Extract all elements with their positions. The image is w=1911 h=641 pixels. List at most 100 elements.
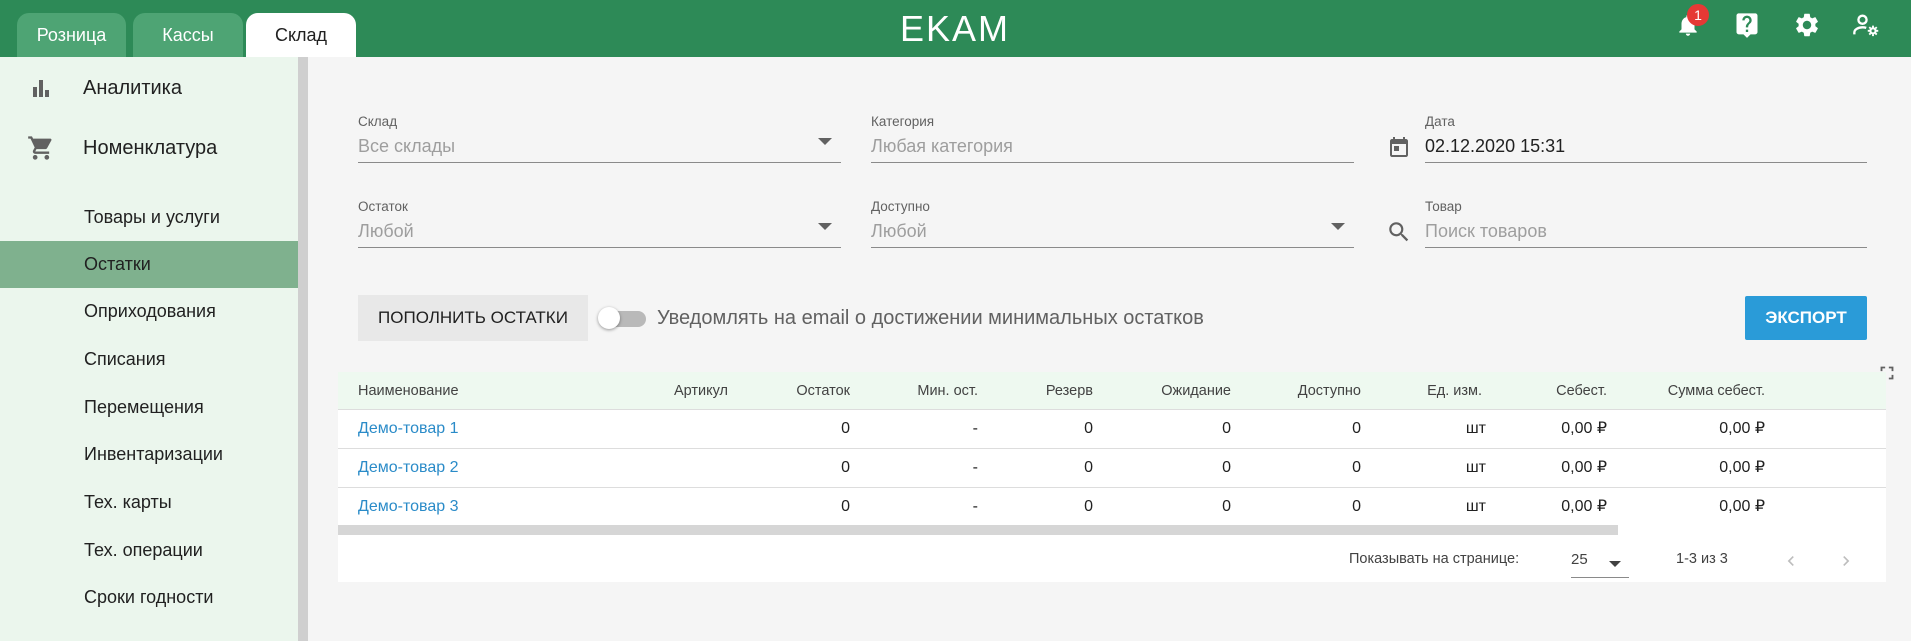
column-header-sku[interactable]: Артикул <box>674 372 728 410</box>
bar-chart-icon <box>26 73 56 103</box>
sidebar-item-expiry-dates[interactable]: Сроки годности <box>0 574 298 621</box>
email-notify-toggle[interactable] <box>598 307 648 329</box>
sidebar-item-write-offs[interactable]: Списания <box>0 336 298 383</box>
settings-button[interactable] <box>1790 10 1824 44</box>
export-button[interactable]: ЭКСПОРТ <box>1745 296 1867 340</box>
field-underline <box>1425 247 1867 248</box>
cell-min-remainder: - <box>972 498 978 515</box>
column-header-min-remainder[interactable]: Мин. ост. <box>917 372 978 410</box>
field-value: Любая категория <box>871 136 1013 156</box>
user-settings-icon <box>1852 11 1880 44</box>
field-underline <box>871 247 1354 248</box>
cell-unit: шт <box>1465 498 1486 515</box>
column-header-cost[interactable]: Себест. <box>1556 372 1607 410</box>
column-header-unit[interactable]: Ед. изм. <box>1427 372 1482 410</box>
chevron-down-icon <box>1331 223 1345 230</box>
field-label: Склад <box>358 114 398 129</box>
replenish-stock-button[interactable]: ПОПОЛНИТЬ ОСТАТКИ <box>358 295 588 341</box>
sidebar-item-inventories[interactable]: Инвентаризации <box>0 431 298 478</box>
notifications-button[interactable]: 1 <box>1671 4 1709 44</box>
table-header: Наименование Артикул Остаток Мин. ост. Р… <box>338 372 1886 410</box>
help-button[interactable] <box>1730 10 1764 44</box>
sidebar-item-stock-balances[interactable]: Остатки <box>0 241 298 288</box>
column-header-reserve[interactable]: Резерв <box>1046 372 1093 410</box>
rows-per-page-label: Показывать на странице: <box>1349 551 1520 567</box>
field-value: Все склады <box>358 136 456 156</box>
cell-cost: 0,00 ₽ <box>1561 498 1607 515</box>
field-underline <box>1425 162 1867 163</box>
field-label: Дата <box>1425 114 1455 129</box>
cell-remainder: 0 <box>841 459 850 476</box>
cell-cost-sum: 0,00 ₽ <box>1719 459 1765 476</box>
rows-per-page-select[interactable]: 25 <box>1571 547 1629 579</box>
toggle-knob <box>598 307 620 329</box>
column-header-waiting[interactable]: Ожидание <box>1161 372 1231 410</box>
search-icon <box>1385 218 1413 246</box>
chevron-down-icon <box>818 138 832 145</box>
field-value: Любой <box>871 221 927 241</box>
product-search-input[interactable]: Товар Поиск товаров <box>1425 199 1867 251</box>
select-underline <box>1571 577 1629 578</box>
sidebar-item-receipts[interactable]: Оприходования <box>0 288 298 335</box>
sidebar-scrollbar[interactable] <box>298 57 308 641</box>
top-bar: Розница Кассы Склад EKAM 1 <box>0 0 1911 57</box>
calendar-icon[interactable] <box>1385 133 1413 161</box>
chevron-down-icon <box>818 223 832 230</box>
tab-retail[interactable]: Розница <box>17 13 126 57</box>
product-name-link[interactable]: Демо-товар 1 <box>358 410 458 448</box>
chevron-down-icon <box>1609 561 1621 567</box>
cell-cost-sum: 0,00 ₽ <box>1719 498 1765 515</box>
table-horizontal-scrollbar[interactable] <box>338 525 1618 535</box>
sidebar: Аналитика Номенклатура Товары и услуги О… <box>0 57 298 641</box>
category-field[interactable]: Категория Любая категория <box>871 114 1354 166</box>
column-header-name[interactable]: Наименование <box>358 372 459 410</box>
stock-table: Наименование Артикул Остаток Мин. ост. Р… <box>338 372 1886 582</box>
chevron-left-icon <box>1787 556 1794 566</box>
table-row[interactable]: Демо-товар 2 0 - 0 0 0 шт 0,00 ₽ 0,00 ₽ <box>338 449 1886 488</box>
sidebar-item-nomenclature[interactable]: Номенклатура <box>0 118 298 178</box>
sidebar-item-analytics[interactable]: Аналитика <box>0 58 298 118</box>
cell-min-remainder: - <box>972 420 978 437</box>
product-name-link[interactable]: Демо-товар 3 <box>358 488 458 526</box>
cell-min-remainder: - <box>972 459 978 476</box>
cell-waiting: 0 <box>1222 498 1231 515</box>
table-row[interactable]: Демо-товар 1 0 - 0 0 0 шт 0,00 ₽ 0,00 ₽ <box>338 410 1886 449</box>
sidebar-item-goods-services[interactable]: Товары и услуги <box>0 194 298 241</box>
field-label: Остаток <box>358 199 408 214</box>
sidebar-item-tech-cards[interactable]: Тех. карты <box>0 479 298 526</box>
cell-waiting: 0 <box>1222 459 1231 476</box>
sidebar-item-tech-operations[interactable]: Тех. операции <box>0 527 298 574</box>
tab-warehouse[interactable]: Склад <box>246 13 356 57</box>
cart-icon <box>26 133 56 163</box>
pagination-range: 1-3 из 3 <box>1676 551 1728 567</box>
next-page-button[interactable] <box>1833 548 1859 574</box>
email-notify-label: Уведомлять на email о достижении минимал… <box>657 307 1204 329</box>
date-field[interactable]: Дата 02.12.2020 15:31 <box>1425 114 1867 166</box>
cell-reserve: 0 <box>1084 459 1093 476</box>
warehouse-select[interactable]: Склад Все склады <box>358 114 841 166</box>
available-select[interactable]: Доступно Любой <box>871 199 1354 251</box>
cell-available: 0 <box>1352 420 1361 437</box>
field-value: Поиск товаров <box>1425 221 1547 241</box>
cell-waiting: 0 <box>1222 420 1231 437</box>
remainder-select[interactable]: Остаток Любой <box>358 199 841 251</box>
user-settings-button[interactable] <box>1849 10 1883 44</box>
cell-cost: 0,00 ₽ <box>1561 459 1607 476</box>
field-value: Любой <box>358 221 414 241</box>
cell-available: 0 <box>1352 459 1361 476</box>
product-name-link[interactable]: Демо-товар 2 <box>358 449 458 487</box>
ekam-logo: EKAM <box>900 8 1011 49</box>
chevron-right-icon <box>1843 556 1850 566</box>
tab-cash-registers[interactable]: Кассы <box>133 13 243 57</box>
column-header-available[interactable]: Доступно <box>1298 372 1361 410</box>
field-label: Категория <box>871 114 935 129</box>
cell-remainder: 0 <box>841 420 850 437</box>
cell-reserve: 0 <box>1084 420 1093 437</box>
cell-unit: шт <box>1465 420 1486 437</box>
sidebar-item-transfers[interactable]: Перемещения <box>0 384 298 431</box>
table-row[interactable]: Демо-товар 3 0 - 0 0 0 шт 0,00 ₽ 0,00 ₽ <box>338 488 1886 527</box>
sidebar-item-label: Аналитика <box>83 76 182 99</box>
column-header-cost-sum[interactable]: Сумма себест. <box>1668 372 1765 410</box>
column-header-remainder[interactable]: Остаток <box>796 372 850 410</box>
prev-page-button[interactable] <box>1778 548 1804 574</box>
